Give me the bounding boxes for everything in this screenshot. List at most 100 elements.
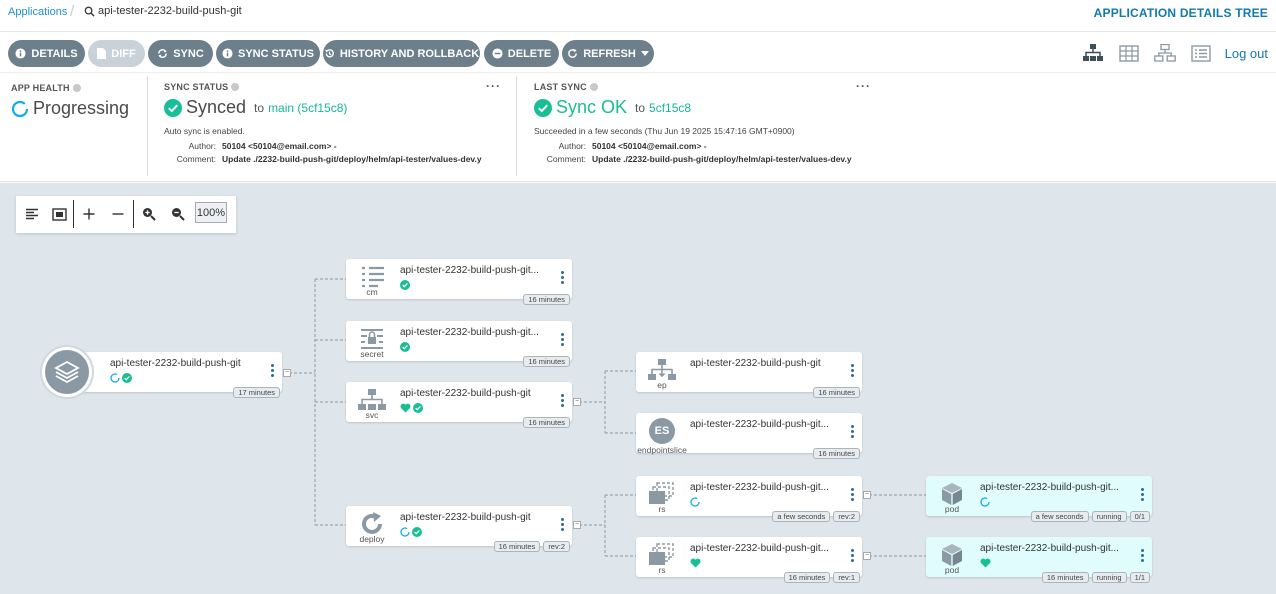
node-menu-button[interactable] <box>561 271 564 284</box>
layers-icon <box>54 360 80 384</box>
node-menu-button[interactable] <box>851 364 854 377</box>
node-name: api-tester-2232-build-push-git... <box>690 543 829 554</box>
sync-status-button[interactable]: SYNC STATUS <box>216 40 320 67</box>
breadcrumb-app[interactable]: api-tester-2232-build-push-git <box>84 5 242 17</box>
node-name: api-tester-2232-build-push-git... <box>980 482 1119 493</box>
search-icon <box>84 6 95 17</box>
endpointslice-node[interactable]: ES endpointslice api-tester-2232-build-p… <box>636 413 862 459</box>
node-status <box>400 280 410 290</box>
progressing-icon <box>980 497 990 507</box>
node-menu-button[interactable] <box>851 488 854 501</box>
status-panel: APP HEALTH Progressing SYNC STATUS Synce… <box>0 74 1276 182</box>
node-name: api-tester-2232-build-push-git <box>400 388 531 399</box>
node-tags: 16 minutes <box>523 417 570 428</box>
replicaset-node[interactable]: rs api-tester-2232-build-push-git... 16 … <box>636 537 862 583</box>
collapse-toggle[interactable]: − <box>863 491 871 499</box>
list-view-icon[interactable] <box>1189 43 1213 63</box>
last-sync-author-row: Author: 50104 <50104@email.com> - <box>558 141 707 151</box>
node-kind: cm <box>366 287 378 297</box>
refresh-button[interactable]: REFRESH <box>562 40 654 67</box>
help-icon[interactable] <box>589 83 598 91</box>
last-sync-succeeded-text: Succeeded in a few seconds (Thu Jun 19 2… <box>534 126 795 136</box>
sync-status-more-button[interactable]: ··· <box>486 79 501 93</box>
node-status <box>980 558 991 568</box>
node-kind: svc <box>365 410 379 420</box>
pods-view-icon[interactable] <box>1117 43 1141 63</box>
details-button[interactable]: DETAILS <box>8 40 85 67</box>
node-status <box>400 527 422 537</box>
node-menu-button[interactable] <box>1141 549 1144 562</box>
configmap-node[interactable]: cm api-tester-2232-build-push-git... 16 … <box>346 259 572 305</box>
view-switcher: Log out <box>1081 43 1268 63</box>
synced-check-icon <box>400 280 410 290</box>
help-icon[interactable] <box>231 83 240 91</box>
node-tags: a few seconds rev:2 <box>772 511 860 522</box>
deployment-node[interactable]: deploy api-tester-2232-build-push-git 16… <box>346 506 572 552</box>
help-icon[interactable] <box>72 84 81 92</box>
node-status <box>690 558 701 568</box>
tree-view-icon[interactable] <box>1081 43 1105 63</box>
sync-revision-link[interactable]: main (5cf15c8) <box>268 101 347 115</box>
collapse-toggle[interactable]: − <box>863 552 871 560</box>
refresh-icon <box>568 48 578 58</box>
collapse-toggle[interactable]: − <box>283 369 291 377</box>
auto-sync-text: Auto sync is enabled. <box>164 126 245 136</box>
replicaset-node[interactable]: rs api-tester-2232-build-push-git... a f… <box>636 476 862 522</box>
collapse-toggle[interactable]: − <box>573 398 581 406</box>
node-status <box>400 403 423 413</box>
node-menu-button[interactable] <box>1141 488 1144 501</box>
node-menu-button[interactable] <box>561 394 564 407</box>
node-status <box>690 497 700 507</box>
node-menu-button[interactable] <box>561 333 564 346</box>
secret-node[interactable]: secret api-tester-2232-build-push-git...… <box>346 321 572 367</box>
logout-link[interactable]: Log out <box>1225 46 1268 61</box>
node-kind: rs <box>658 565 666 575</box>
pod-node[interactable]: pod api-tester-2232-build-push-git... a … <box>926 476 1152 522</box>
node-kind: rs <box>658 504 666 514</box>
node-status <box>980 497 990 507</box>
node-name: api-tester-2232-build-push-git... <box>980 543 1119 554</box>
sync-status-section: SYNC STATUS Synced to main (5cf15c8) Aut… <box>164 82 504 164</box>
application-node-icon[interactable] <box>42 347 92 397</box>
info-icon <box>15 48 26 59</box>
sync-button[interactable]: SYNC <box>148 40 213 67</box>
node-kind: secret <box>360 349 384 359</box>
endpointslice-icon: ES <box>644 418 680 444</box>
node-kind: pod <box>944 504 960 514</box>
last-sync-revision-link[interactable]: 5cf15c8 <box>649 101 691 115</box>
last-sync-more-button[interactable]: ··· <box>856 79 871 93</box>
sync-status-title: SYNC STATUS <box>164 82 504 92</box>
pod-node[interactable]: pod api-tester-2232-build-push-git... 16… <box>926 537 1152 583</box>
node-tags: a few seconds running 0/1 <box>1030 511 1150 522</box>
service-node[interactable]: svc api-tester-2232-build-push-git 16 mi… <box>346 382 572 428</box>
delete-icon <box>492 48 503 59</box>
node-name: api-tester-2232-build-push-git <box>400 512 531 523</box>
resource-tree-canvas[interactable]: 100% − − − − − api-tester-2232-build-pus… <box>0 183 1276 594</box>
last-sync-title: LAST SYNC <box>534 82 874 92</box>
node-menu-button[interactable] <box>271 364 274 377</box>
node-menu-button[interactable] <box>851 425 854 438</box>
last-sync-value: Sync OK to 5cf15c8 <box>534 97 874 118</box>
endpoints-node[interactable]: ep api-tester-2232-build-push-git 16 min… <box>636 352 862 398</box>
node-tags: 16 minutes <box>523 356 570 367</box>
node-tags: 16 minutes <box>813 387 860 398</box>
node-menu-button[interactable] <box>851 549 854 562</box>
network-view-icon[interactable] <box>1153 43 1177 63</box>
breadcrumb-applications[interactable]: Applications <box>8 6 67 18</box>
node-menu-button[interactable] <box>561 518 564 531</box>
sync-status-value: Synced to main (5cf15c8) <box>164 97 504 118</box>
breadcrumb-app-name: api-tester-2232-build-push-git <box>98 5 242 17</box>
application-node[interactable]: api-tester-2232-build-push-git 17 minute… <box>64 352 282 398</box>
breadcrumb-separator: / <box>70 3 75 20</box>
node-name: api-tester-2232-build-push-git <box>110 358 241 369</box>
node-kind: endpointslice <box>637 445 687 455</box>
diff-button[interactable]: DIFF <box>88 40 145 67</box>
history-rollback-button[interactable]: HISTORY AND ROLLBACK <box>323 40 480 67</box>
delete-button[interactable]: DELETE <box>484 40 559 67</box>
sync-comment-row: Comment: Update ./2232-build-push-git/dep… <box>176 154 482 164</box>
node-tags: 16 minutes <box>813 448 860 459</box>
top-bar: Applications / api-tester-2232-build-pus… <box>0 0 1276 32</box>
node-name: api-tester-2232-build-push-git... <box>400 327 539 338</box>
history-icon <box>324 49 334 58</box>
collapse-toggle[interactable]: − <box>573 521 581 529</box>
